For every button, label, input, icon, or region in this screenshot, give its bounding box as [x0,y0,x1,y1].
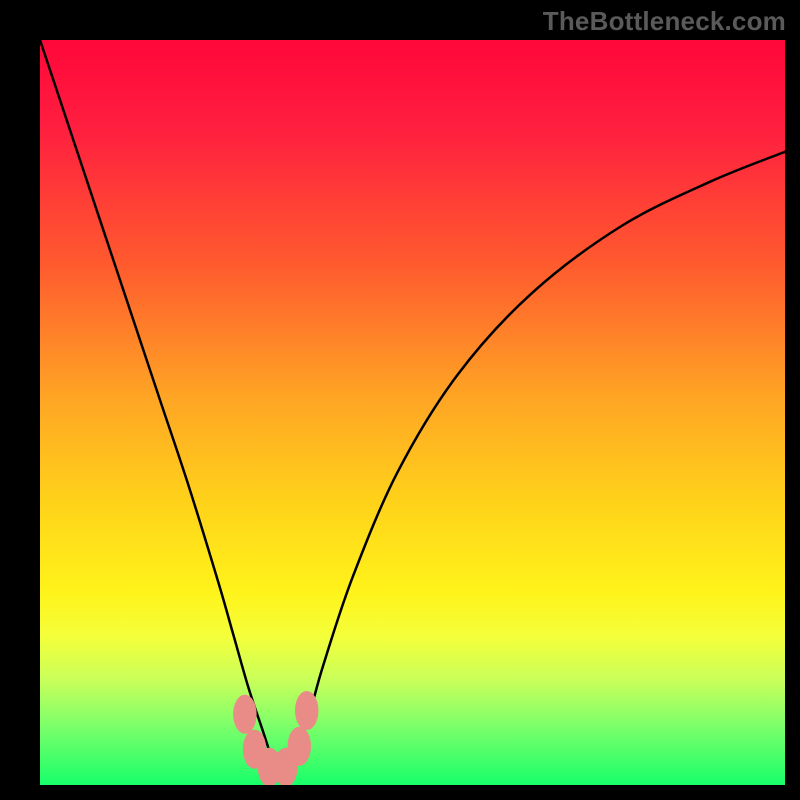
plot-area [40,40,785,785]
chart-frame: TheBottleneck.com [0,0,800,800]
marker-dot [288,727,311,766]
marker-dot [233,695,256,734]
curve-markers [233,691,318,785]
watermark-text: TheBottleneck.com [543,6,786,37]
bottleneck-curve [40,40,785,785]
marker-dot [295,691,318,730]
